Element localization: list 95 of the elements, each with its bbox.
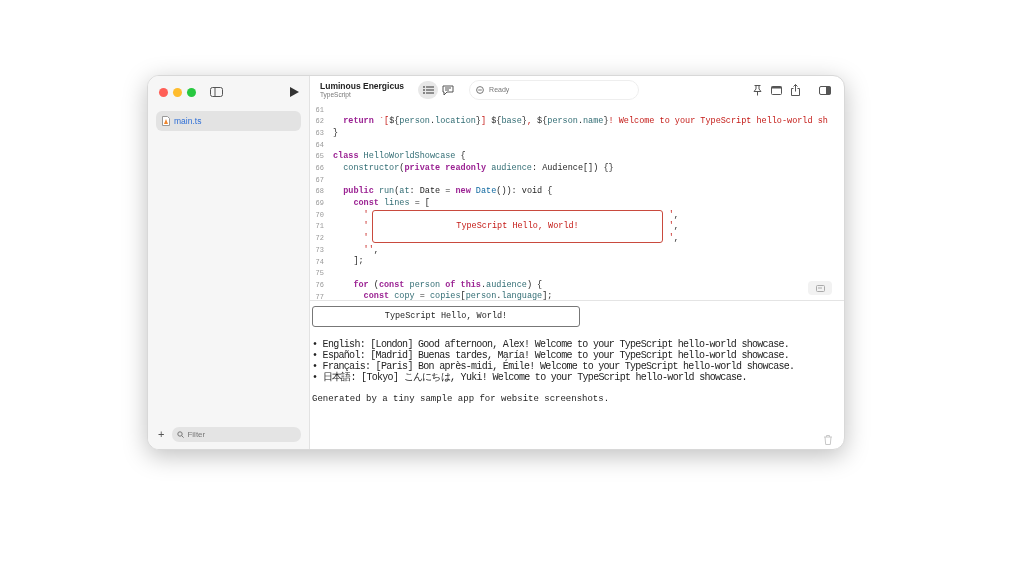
code-token: ' (668, 232, 674, 245)
code-token: . (577, 115, 583, 128)
share-icon[interactable] (791, 84, 800, 96)
code-token: ( (399, 161, 405, 175)
code-token: { (459, 150, 466, 163)
code-token: ]; (352, 255, 364, 269)
code-token: location (435, 115, 476, 128)
code-token: ' (362, 220, 369, 233)
code-token: ${ (491, 115, 502, 128)
file-icon (162, 116, 170, 126)
output-footer: Generated by a tiny sample app for website screenshots. (312, 393, 844, 407)
console-icon[interactable] (771, 85, 782, 95)
code-token: ' (362, 232, 369, 245)
code-token: , (373, 243, 379, 257)
minimap-button[interactable] (808, 281, 832, 295)
code-token: of this (444, 278, 481, 291)
code-token: name (583, 115, 604, 128)
list-button[interactable] (418, 81, 439, 99)
output-line: • Français: [Paris] Bon après-midi, Émile! Welcome to your TypeScript hello-world showcase. (312, 361, 796, 372)
code-token: } (521, 115, 527, 128)
code-token: for (352, 278, 369, 292)
output-line: • 日本語: [Tokyo] こんにちは, Yuki! Welcome to your TypeScript hello-world showcase. (312, 372, 748, 383)
search-icon (177, 431, 185, 438)
code-token: ) { (526, 278, 543, 291)
code-token: Date (474, 185, 497, 199)
code-token: new (455, 185, 471, 199)
code-token: [ (460, 290, 466, 300)
code-token: ] (480, 115, 488, 128)
code-token: person (547, 115, 578, 128)
code-token: ' (668, 220, 674, 233)
window-title: Luminous Energicus (320, 80, 405, 92)
code-token: : Audience[]) {} (531, 161, 614, 175)
zoom-button[interactable] (187, 87, 196, 97)
code-token: ( (394, 185, 400, 198)
code-token: ${ (537, 115, 548, 128)
code-token: ! Welcome to your TypeScript hello-world sh (608, 115, 828, 128)
code-token: person (408, 278, 441, 291)
code-token: run (377, 185, 395, 198)
inspector-toggle-icon (819, 85, 831, 95)
code-token: , (673, 232, 679, 245)
comment-icon[interactable] (442, 84, 456, 96)
code-token: : Date = (409, 185, 452, 198)
panel-icon (815, 284, 825, 292)
code-token: public (342, 185, 374, 199)
run-icon[interactable] (290, 87, 299, 97)
code-token: } (603, 115, 609, 128)
code-token: ${ (389, 115, 400, 128)
add-button[interactable]: + (156, 429, 167, 440)
code-token: const (378, 278, 405, 292)
code-token: return (342, 115, 374, 128)
code-token: HelloWorldShowcase (362, 150, 456, 163)
code-token: . (496, 290, 502, 300)
code-token: class (333, 150, 359, 163)
code-token: . (429, 115, 436, 128)
code-token: ( (372, 278, 379, 292)
sidebar-toggle-icon[interactable] (210, 87, 223, 97)
code-token: person (399, 115, 430, 128)
code-token: , (673, 220, 679, 234)
hello-banner: TypeScript Hello, World! (372, 210, 663, 244)
code-token: base (501, 115, 522, 128)
file-name: main.ts (174, 114, 202, 128)
code-token: ' (668, 208, 674, 221)
code-token: '' (362, 243, 374, 257)
status-icon (476, 86, 485, 94)
output-banner: TypeScript Hello, World! (312, 306, 580, 327)
code-token: ()): void { (496, 185, 553, 199)
code-token: const (352, 196, 379, 210)
code-token: lines (383, 196, 410, 210)
code-token: = [ (413, 196, 430, 210)
code-token: const (362, 290, 390, 300)
filter-field[interactable]: Filter (172, 427, 301, 442)
code-token: audience (490, 161, 532, 175)
code-token: audience (486, 278, 527, 291)
close-button[interactable] (159, 87, 168, 97)
output-line: • Español: [Madrid] Buenas tardes, María! Welcome to your TypeScript hello-world showcase. (312, 350, 790, 361)
list-icon (422, 86, 434, 94)
code-token: . (480, 278, 487, 292)
code-token: = (418, 290, 426, 300)
code-token: , (673, 208, 679, 222)
code-token: at (399, 185, 410, 198)
pin-icon[interactable] (753, 84, 762, 96)
code-token: private readonly (404, 161, 487, 175)
output-line: • English: [London] Good afternoon, Alex! Welcome to your TypeScript hello-world showcase. (312, 339, 791, 350)
code-token: language (501, 290, 543, 300)
code-token: copy (393, 290, 415, 300)
code-token: `[ (377, 115, 390, 128)
code-token: , (526, 115, 533, 128)
code-token: constructor (342, 161, 400, 175)
file-item[interactable]: main.ts (156, 111, 301, 131)
code-token: } (475, 115, 481, 128)
code-token: ' (362, 208, 369, 221)
code-token: ]; (542, 290, 553, 300)
code-token: person (465, 290, 497, 300)
code-token: copies (429, 290, 461, 300)
code-token: } (333, 126, 339, 140)
